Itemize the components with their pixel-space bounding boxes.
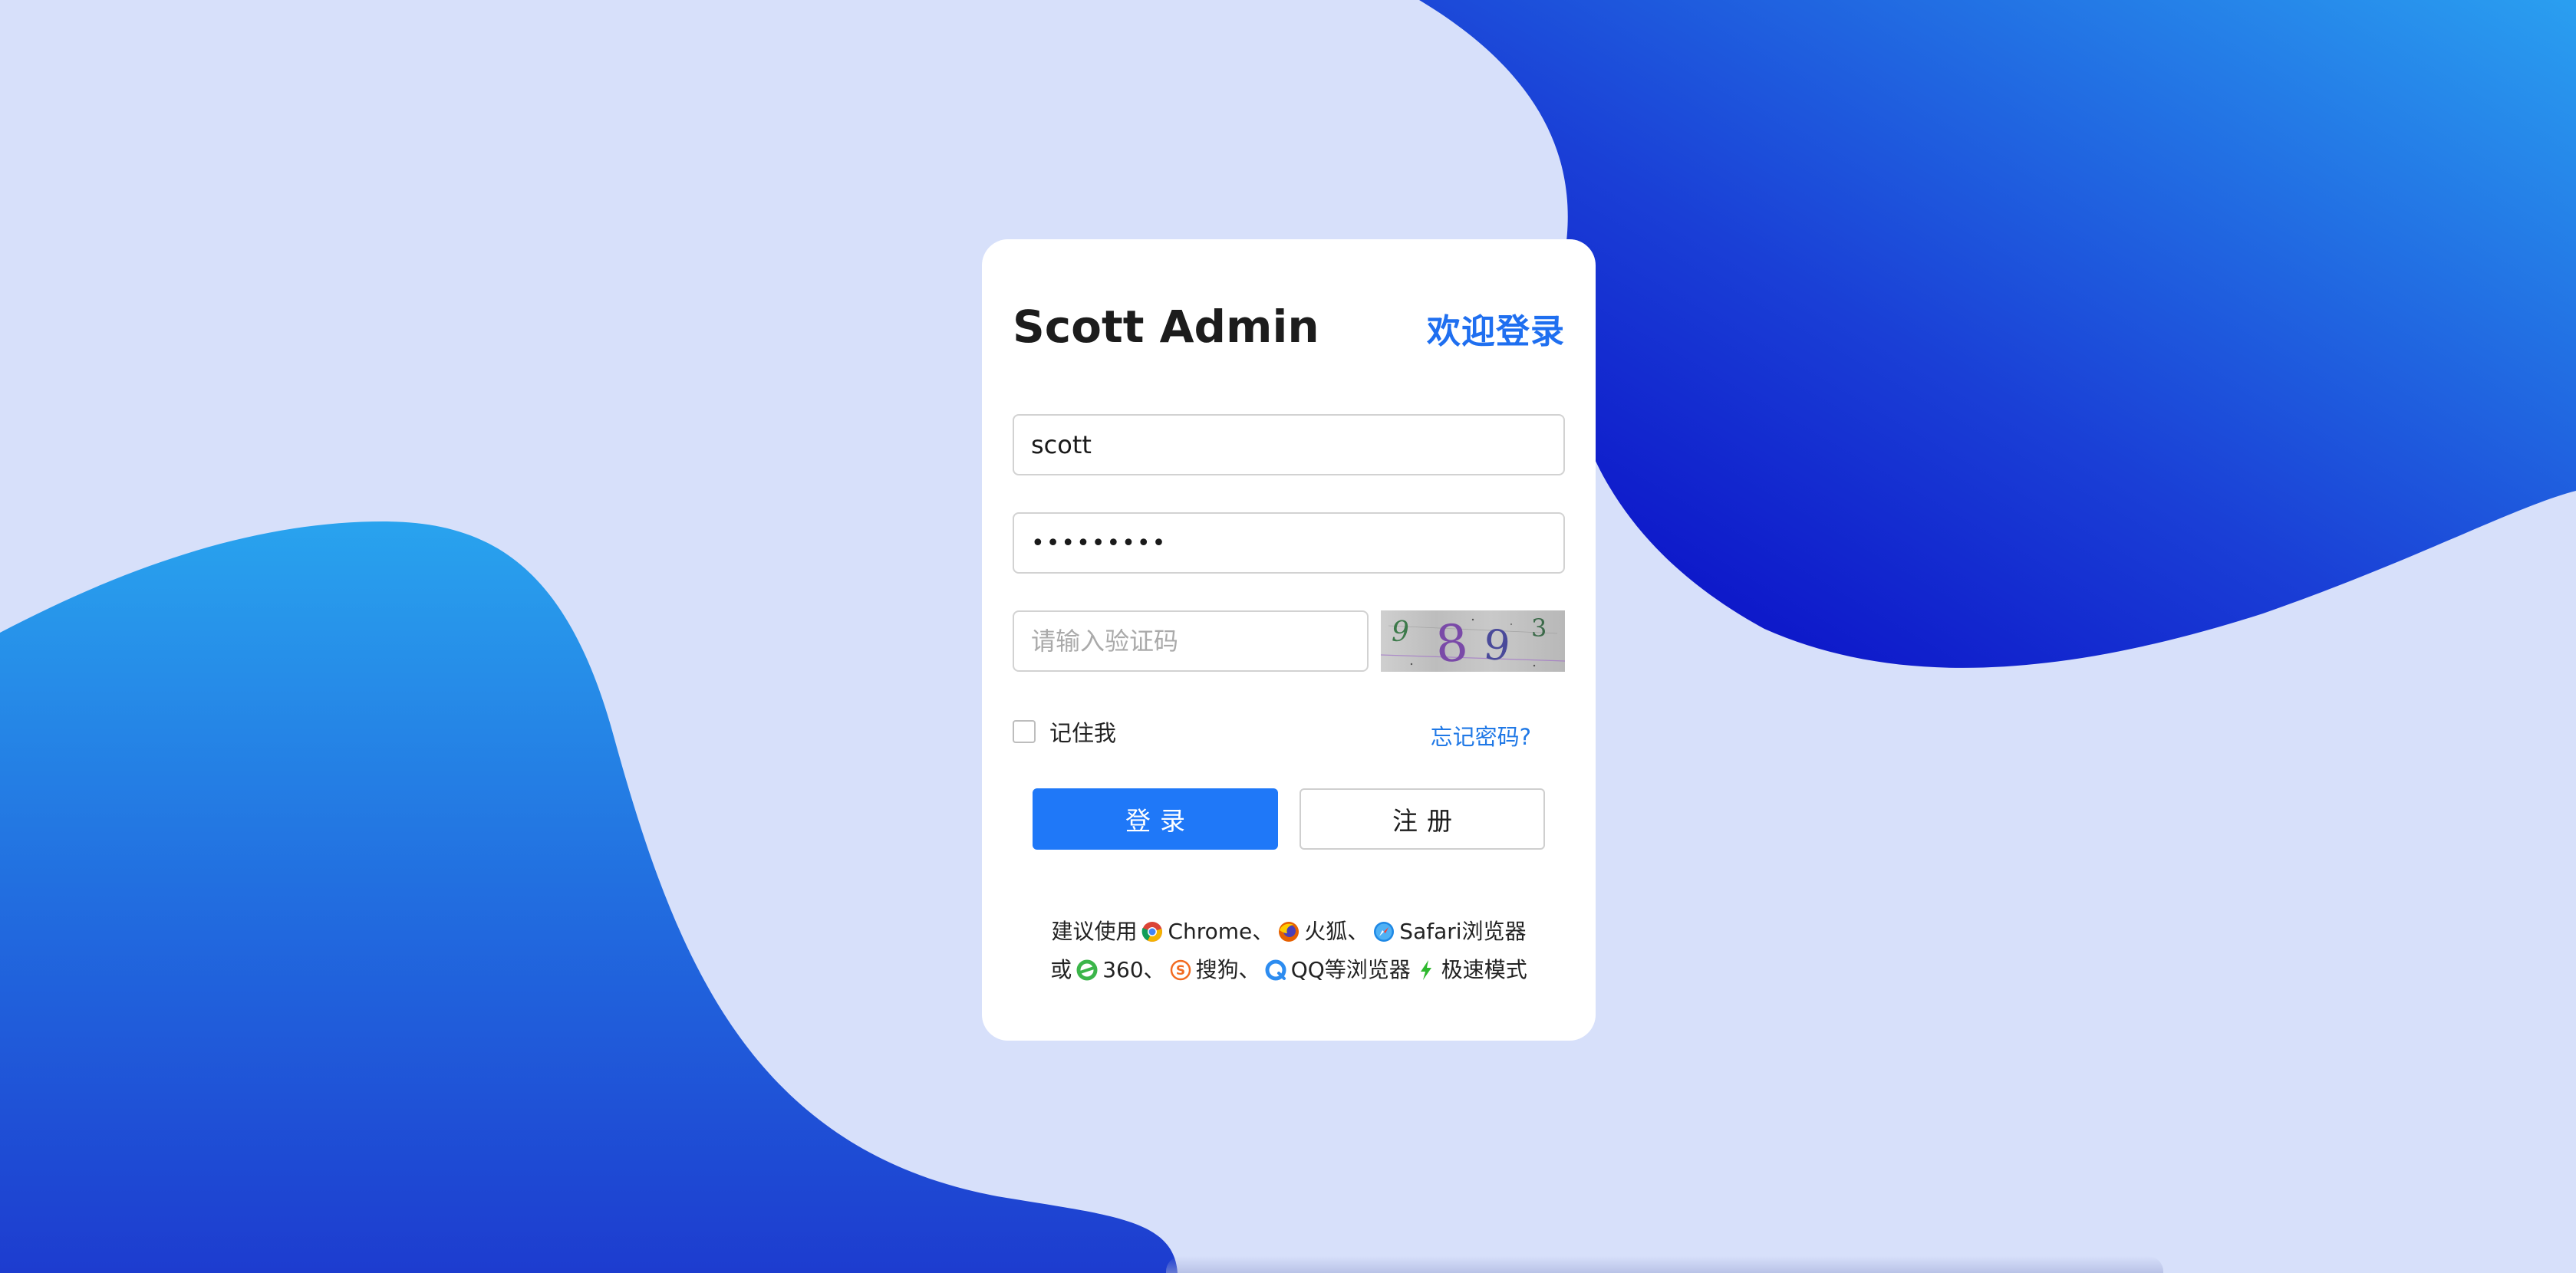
firefox-icon [1278,921,1300,942]
forgot-password-link[interactable]: 忘记密码? [1431,719,1531,752]
register-button[interactable]: 注册 [1300,788,1545,850]
captcha-char-2: 8 [1434,613,1470,672]
browser-tips: 建议使用 Chrome、 火狐、 Safari浏览器 或 360、 S 搜狗、 … [982,913,1596,989]
tips-line-1: 建议使用 Chrome、 火狐、 Safari浏览器 [982,913,1596,951]
tips-line-2: 或 360、 S 搜狗、 QQ等浏览器 极速模式 [982,951,1596,989]
tips-firefox: 火狐、 [1304,919,1369,944]
welcome-heading: 欢迎登录 [1427,312,1565,351]
brand-title: Scott Admin [1013,301,1319,353]
login-card: Scott Admin 欢迎登录 9 8 9 3 记住我 忘记密码? 登 [982,239,1596,1041]
ie360-icon [1076,959,1098,981]
tips-safari: Safari浏览器 [1399,919,1527,944]
tips-sogou: 搜狗、 [1195,957,1260,982]
login-page: Scott Admin 欢迎登录 9 8 9 3 记住我 忘记密码? 登 [0,0,2576,1273]
remember-me[interactable]: 记住我 [1013,716,1116,747]
login-button[interactable]: 登录 [1033,788,1278,850]
sogou-icon: S [1170,959,1191,981]
qq-browser-icon [1265,959,1286,981]
captcha-char-4: 3 [1531,613,1547,643]
remember-label: 记住我 [1049,720,1117,746]
remember-checkbox[interactable] [1013,720,1036,743]
captcha-graphic: 9 8 9 3 [1381,613,1565,672]
tips-speed: 极速模式 [1441,957,1527,982]
captcha-input[interactable] [1013,610,1369,672]
svg-text:S: S [1176,963,1185,979]
username-input[interactable] [1013,414,1565,475]
tips-prefix: 建议使用 [1051,919,1138,944]
captcha-image[interactable]: 9 8 9 3 [1381,610,1565,672]
safari-icon [1373,921,1395,942]
tips-chrome: Chrome、 [1168,919,1274,944]
chrome-icon [1141,921,1163,942]
tips-360: 360、 [1102,957,1165,982]
bottom-shadow [1166,1256,2163,1273]
password-input[interactable] [1013,512,1565,574]
captcha-char-3: 9 [1481,620,1513,671]
tips-qq: QQ等浏览器 [1290,957,1411,982]
lightning-icon [1415,959,1437,981]
captcha-char-1: 9 [1392,617,1409,648]
tips-or: 或 [1050,957,1072,982]
